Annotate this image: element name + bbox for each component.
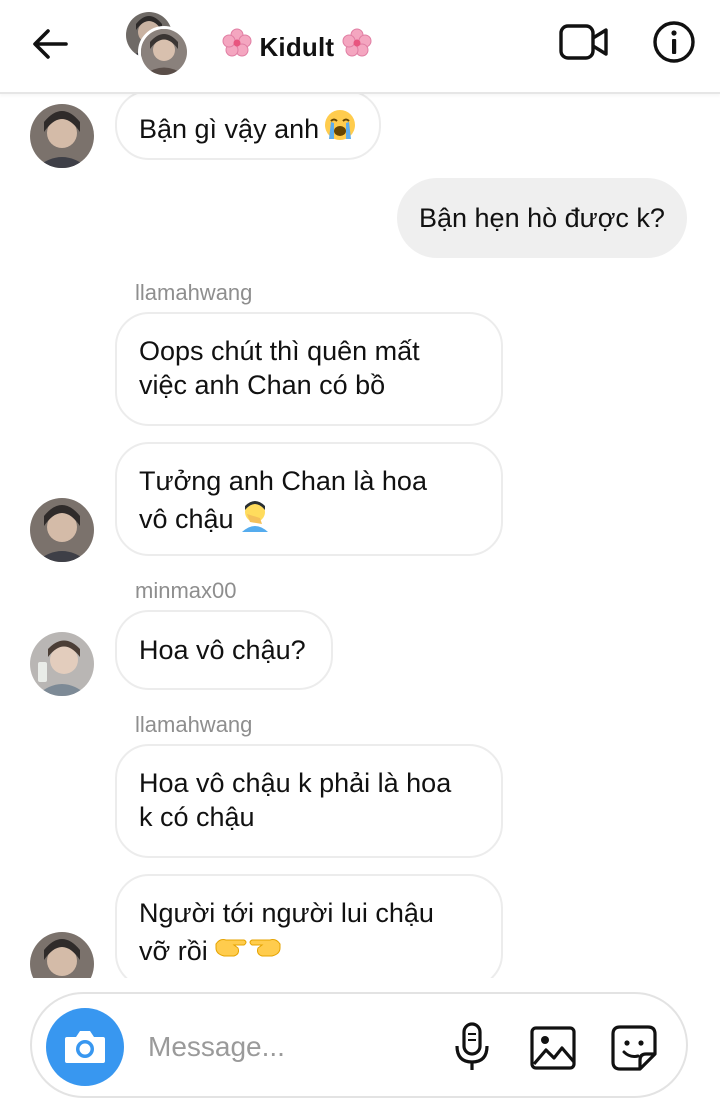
message-bubble[interactable]: Tưởng anh Chan là hoa vô chậu — [115, 442, 503, 556]
chat-title-text: Kidult — [259, 32, 335, 62]
sender-name: minmax00 — [135, 578, 237, 603]
avatar[interactable] — [30, 104, 94, 168]
message-thread[interactable]: Bận gì vậy anh Bận hẹn hò được k? llamah… — [0, 94, 720, 978]
video-camera-icon[interactable] — [558, 22, 610, 62]
microphone-icon[interactable] — [452, 1022, 492, 1072]
message-bubble-outgoing[interactable]: Bận hẹn hò được k? — [397, 178, 687, 258]
group-avatar[interactable] — [126, 12, 192, 78]
loudly-crying-face-emoji — [325, 110, 356, 140]
message-bubble[interactable]: Hoa vô chậu? — [115, 610, 333, 690]
message-bubble[interactable]: Oops chút thì quên mất việc anh Chan có … — [115, 312, 503, 426]
avatar[interactable] — [30, 632, 94, 696]
camera-button[interactable] — [46, 1008, 124, 1086]
message-bubble[interactable]: Bận gì vậy anh — [115, 94, 382, 160]
avatar[interactable] — [30, 932, 94, 978]
sender-name: llamahwang — [135, 712, 253, 737]
avatar[interactable] — [30, 498, 94, 562]
chat-title[interactable]: Kidult — [222, 28, 372, 63]
info-icon[interactable] — [652, 20, 696, 64]
pointing-hands-emoji — [215, 939, 281, 957]
message-composer — [30, 992, 688, 1098]
camera-icon — [65, 1031, 105, 1063]
member-avatar — [138, 26, 190, 78]
man-facepalming-emoji — [241, 501, 268, 532]
sender-name: llamahwang — [135, 280, 253, 305]
chat-header: Kidult — [0, 0, 720, 94]
image-icon[interactable] — [530, 1026, 576, 1070]
cherry-blossom-emoji — [222, 28, 252, 57]
sticker-icon[interactable] — [610, 1024, 658, 1072]
message-input[interactable] — [146, 1024, 420, 1070]
arrow-left-icon[interactable] — [30, 26, 70, 62]
cherry-blossom-emoji — [342, 28, 372, 57]
message-bubble[interactable]: Hoa vô chậu k phải là hoa k có chậu — [115, 744, 503, 858]
message-bubble[interactable]: Người tới người lui chậu vỡ rồi — [115, 874, 503, 978]
